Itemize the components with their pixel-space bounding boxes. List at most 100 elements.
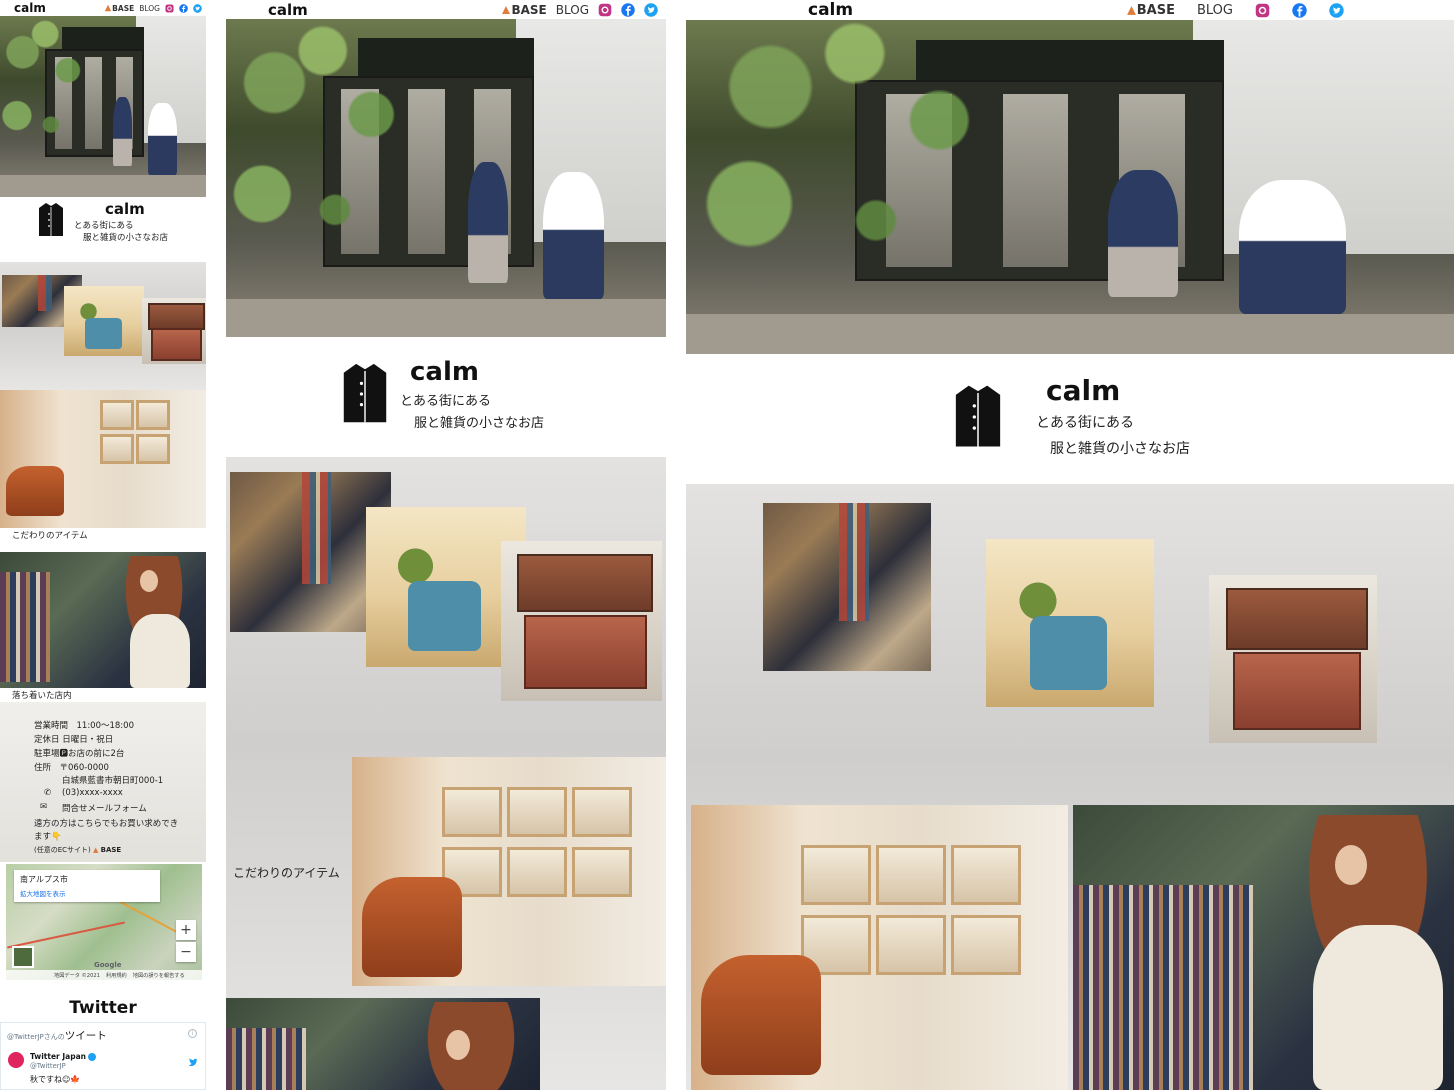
- facebook-icon[interactable]: [1292, 2, 1307, 18]
- blog-link[interactable]: BLOG: [139, 4, 160, 13]
- twitter-icon[interactable]: [644, 2, 658, 17]
- map-info-card: 南アルプス市 拡大地図を表示: [14, 870, 160, 902]
- facebook-icon[interactable]: [621, 2, 635, 17]
- map-satellite-toggle[interactable]: [12, 946, 34, 968]
- tagline-2: 服と雑貨の小さなお店: [1050, 441, 1190, 457]
- tagline-1: とある街にある: [74, 221, 134, 231]
- product-gallery: [686, 484, 1454, 1090]
- twitter-bird-icon[interactable]: [188, 1052, 198, 1071]
- facebook-icon[interactable]: [179, 3, 188, 13]
- blog-link[interactable]: BLOG: [1197, 3, 1233, 18]
- product-gallery: こだわりのアイテム: [226, 457, 666, 1090]
- timeline-header: @TwitterJPさんのツイート: [7, 1028, 107, 1043]
- map-attribution: 地図データ ©2021 利用規約 地図の誤りを報告する: [6, 970, 202, 980]
- timeline-handle[interactable]: @TwitterJPさんの: [7, 1033, 65, 1041]
- twitter-timeline[interactable]: @TwitterJPさんのツイート i Twitter Japan @Twitt…: [0, 1022, 206, 1090]
- base-shop-icon: ▲: [93, 846, 99, 854]
- desktop-view: calm BASE BLOG calm とある街にある 服と雑貨の小さなお店: [686, 0, 1454, 1090]
- store-interior-photo: [226, 998, 540, 1090]
- twitter-icon[interactable]: [1329, 2, 1344, 18]
- base-link[interactable]: BASE: [1126, 3, 1175, 18]
- info-remote-1: 遠方の方はこちらでもお買い求めでき: [34, 819, 179, 829]
- info-hours: 営業時間 11:00～18:00: [34, 721, 134, 731]
- instagram-icon[interactable]: [165, 3, 174, 13]
- google-map[interactable]: 南アルプス市 拡大地図を表示 + − Google 地図データ ©2021 利用…: [6, 864, 202, 980]
- shop-name: calm: [105, 200, 145, 218]
- shop-intro: calm とある街にある 服と雑貨の小さなお店: [954, 376, 1190, 460]
- store-caption: 落ち着いた店内: [12, 691, 72, 701]
- blog-link[interactable]: BLOG: [556, 3, 589, 17]
- coat-icon: [954, 380, 1002, 458]
- verified-icon: [87, 1053, 96, 1061]
- info-remote-2: ます👇: [34, 832, 62, 842]
- ec-link[interactable]: (任意のECサイト) ▲ BASE: [34, 845, 121, 855]
- google-logo: Google: [94, 961, 122, 969]
- mail-icon: ✉: [40, 802, 48, 812]
- info-closed: 定休日 日曜日・祝日: [34, 735, 114, 745]
- info-address-label: 住所 〒060-0000: [34, 763, 109, 773]
- gallery-thumb-pot[interactable]: [64, 286, 144, 356]
- shop-intro: calm とある街にある 服と雑貨の小さなお店: [342, 358, 544, 434]
- instagram-icon[interactable]: [598, 3, 612, 17]
- tagline-2: 服と雑貨の小さなお店: [83, 233, 169, 243]
- map-attribution-data: 地図データ ©2021: [54, 972, 100, 979]
- tweet-account-name[interactable]: Twitter Japan: [30, 1052, 96, 1061]
- tweet-account-handle[interactable]: @TwitterJP: [30, 1062, 66, 1070]
- base-link-label: BASE: [1136, 2, 1175, 18]
- storefront-photo: [226, 19, 666, 337]
- site-header: calm BASE BLOG: [686, 0, 1454, 20]
- tagline-2: 服と雑貨の小さなお店: [414, 416, 545, 431]
- info-phone[interactable]: (03)xxxx-xxxx: [62, 788, 123, 798]
- map-city: 南アルプス市: [20, 875, 68, 884]
- map-zoom-in[interactable]: +: [176, 920, 196, 940]
- info-contact-link[interactable]: 問合せメールフォーム: [62, 802, 147, 814]
- instagram-icon[interactable]: [1255, 3, 1270, 18]
- base-link[interactable]: BASE: [501, 2, 547, 17]
- brand-logo[interactable]: calm: [268, 1, 308, 19]
- base-link-label: BASE: [511, 2, 547, 17]
- map-enlarge-link[interactable]: 拡大地図を表示: [20, 888, 154, 898]
- brand-logo[interactable]: calm: [14, 1, 46, 15]
- gallery-thumb-pot[interactable]: [986, 539, 1154, 707]
- phone-icon: ✆: [44, 788, 52, 798]
- store-interior-photo: [0, 552, 206, 688]
- map-terms-link[interactable]: 利用規約: [106, 972, 127, 979]
- store-interior-photo: [1073, 805, 1454, 1090]
- info-icon[interactable]: i: [188, 1029, 197, 1038]
- gallery-thumb-boxes[interactable]: [142, 298, 206, 364]
- shop-intro: calm とある街にある 服と雑貨の小さなお店: [38, 202, 168, 244]
- ec-base-label: BASE: [100, 846, 122, 854]
- coat-icon: [38, 202, 64, 242]
- storefront-photo: [686, 20, 1454, 354]
- gallery-thumb-scarf[interactable]: [763, 503, 931, 671]
- tweet-text: 秋ですね☺🍁: [30, 1075, 81, 1084]
- map-report-link[interactable]: 地図の誤りを報告する: [133, 972, 185, 979]
- twitter-icon[interactable]: [193, 3, 202, 13]
- storefront-photo: [0, 16, 206, 197]
- info-address: 白城県藍書市朝日町000-1: [62, 776, 164, 786]
- gallery-thumb-boxes[interactable]: [501, 541, 662, 701]
- tagline-1: とある街にある: [400, 394, 492, 409]
- base-shop-icon: [1126, 5, 1137, 16]
- site-header: calm BASE BLOG: [226, 0, 666, 19]
- twitter-heading: Twitter: [69, 998, 137, 1018]
- product-gallery: [0, 262, 206, 390]
- base-link-label: BASE: [112, 3, 135, 13]
- coat-icon: [342, 358, 388, 434]
- items-photo: [691, 805, 1068, 1090]
- items-caption: こだわりのアイテム: [233, 866, 340, 880]
- shop-info: 営業時間 11:00～18:00 定休日 日曜日・祝日 駐車場🅿お店の前に2台 …: [0, 702, 206, 862]
- shop-name: calm: [410, 357, 479, 387]
- timeline-tweets-label: ツイート: [64, 1030, 107, 1042]
- brand-logo[interactable]: calm: [808, 0, 853, 20]
- map-zoom-out[interactable]: −: [176, 942, 196, 962]
- ec-label: (任意のECサイト): [34, 846, 91, 854]
- base-shop-icon: [104, 4, 112, 12]
- mobile-view: calm BASE BLOG calm とある街にある 服と雑貨の小さなお店 こ…: [0, 0, 206, 1090]
- tablet-view: calm BASE BLOG calm とある街にある 服と雑貨の小さなお店 こ…: [226, 0, 666, 1090]
- gallery-thumb-boxes[interactable]: [1209, 575, 1377, 743]
- avatar[interactable]: [8, 1052, 24, 1068]
- base-link[interactable]: BASE: [104, 4, 134, 13]
- items-caption: こだわりのアイテム: [12, 531, 88, 541]
- site-header: calm BASE BLOG: [0, 0, 206, 16]
